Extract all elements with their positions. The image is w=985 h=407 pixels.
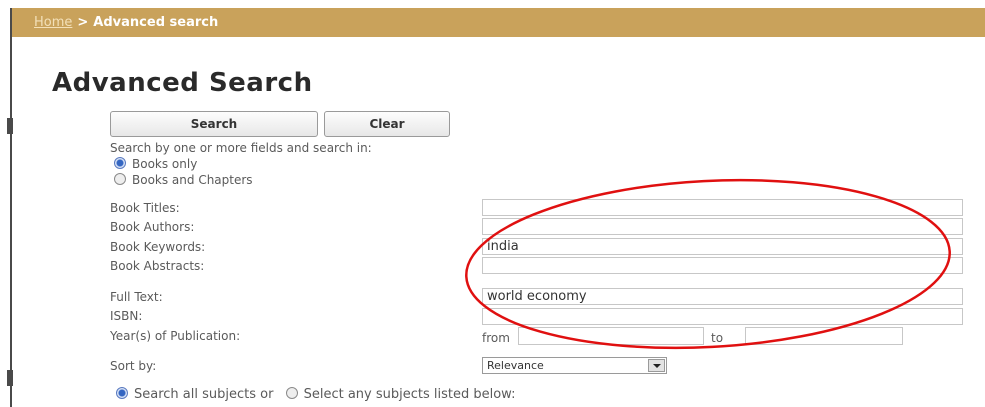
breadcrumb-current: Advanced search	[93, 15, 219, 30]
book-abstracts-input[interactable]	[482, 257, 963, 274]
search-all-subjects-label: Search all subjects or	[134, 387, 274, 402]
radio-unselected-icon[interactable]	[114, 173, 126, 185]
radio-selected-icon[interactable]	[116, 387, 128, 399]
left-border-tick	[7, 118, 13, 134]
book-titles-label: Book Titles:	[110, 201, 180, 215]
book-authors-input[interactable]	[482, 218, 963, 235]
breadcrumb: Home > Advanced search	[12, 8, 985, 37]
book-keywords-input[interactable]: india	[482, 238, 963, 255]
book-abstracts-label: Book Abstracts:	[110, 259, 205, 273]
year-from-input[interactable]	[518, 327, 704, 345]
left-border	[10, 8, 12, 407]
radio-selected-icon[interactable]	[114, 157, 126, 169]
search-in-label: Search by one or more fields and search …	[110, 141, 372, 155]
book-titles-input[interactable]	[482, 199, 963, 216]
page-title: Advanced Search	[52, 68, 313, 98]
select-subjects-label: Select any subjects listed below:	[303, 387, 516, 402]
book-keywords-label: Book Keywords:	[110, 240, 206, 254]
radio-books-and-chapters[interactable]: Books and Chapters	[114, 173, 253, 187]
sort-by-select[interactable]: Relevance	[482, 357, 667, 374]
year-to-label: to	[711, 331, 724, 345]
isbn-label: ISBN:	[110, 309, 143, 323]
year-to-input[interactable]	[745, 327, 903, 345]
clear-button[interactable]: Clear	[324, 111, 450, 137]
left-border-tick	[7, 370, 13, 386]
book-authors-label: Book Authors:	[110, 220, 195, 234]
radio-books-only[interactable]: Books only	[114, 157, 197, 171]
year-from-label: from	[482, 331, 510, 345]
breadcrumb-separator: >	[77, 15, 89, 30]
breadcrumb-home-link[interactable]: Home	[34, 15, 72, 30]
radio-books-only-label: Books only	[132, 157, 198, 171]
subjects-options: Search all subjects or Select any subjec…	[116, 387, 515, 402]
year-label: Year(s) of Publication:	[110, 329, 241, 343]
sort-by-label: Sort by:	[110, 359, 157, 373]
radio-books-and-chapters-label: Books and Chapters	[132, 173, 253, 187]
radio-unselected-icon[interactable]	[285, 387, 298, 399]
full-text-input[interactable]: world economy	[482, 288, 963, 305]
search-button[interactable]: Search	[110, 111, 318, 137]
sort-by-selected-value: Relevance	[487, 359, 544, 372]
isbn-input[interactable]	[482, 308, 963, 325]
full-text-label: Full Text:	[110, 290, 163, 304]
chevron-down-icon[interactable]	[648, 359, 665, 372]
